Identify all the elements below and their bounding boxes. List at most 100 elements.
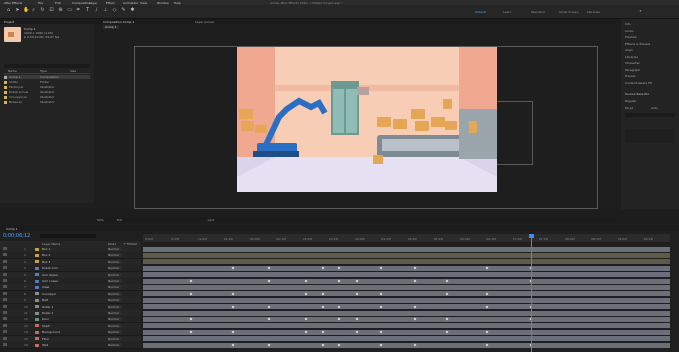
layer-name[interactable]: Box 1 xyxy=(42,247,50,251)
layer-name[interactable]: Box 2 xyxy=(42,253,50,257)
layer-duration-bar[interactable] xyxy=(143,342,670,348)
menu-edit[interactable]: Edit xyxy=(55,1,61,5)
workspace-libraries[interactable]: Libraries xyxy=(587,10,600,14)
pen-tool-icon[interactable]: ✒ xyxy=(76,8,81,13)
label-color-swatch[interactable] xyxy=(35,253,39,257)
project-item[interactable]: Comp 1 Composition xyxy=(4,75,90,79)
eye-icon[interactable] xyxy=(3,285,7,289)
eye-icon[interactable] xyxy=(3,343,7,346)
panel-tab-tracker[interactable]: Tracker xyxy=(625,74,636,78)
composition-tab[interactable]: Composition Comp 1 xyxy=(103,20,134,24)
layer-row[interactable]: 16 Wall Normal xyxy=(0,342,141,349)
hand-tool-icon[interactable]: ✋ xyxy=(23,8,29,13)
blend-mode-select[interactable]: Normal xyxy=(108,291,122,296)
panel-tab-libraries[interactable]: Libraries xyxy=(625,55,638,59)
blend-mode-select[interactable]: Normal xyxy=(108,336,122,341)
workspace-default[interactable]: Default xyxy=(475,10,486,14)
project-item[interactable]: Robot arm.ai Illustrator xyxy=(4,90,90,94)
search-help-icon[interactable]: ⌕ xyxy=(638,8,643,13)
layer-duration-bar[interactable] xyxy=(143,278,670,284)
font-style[interactable]: Regular xyxy=(625,99,637,103)
zoom-tool-icon[interactable]: ⌕ xyxy=(31,8,36,13)
label-color-swatch[interactable] xyxy=(35,260,39,264)
blend-mode-select[interactable]: Normal xyxy=(108,259,122,264)
panel-tab-paragraph[interactable]: Paragraph xyxy=(625,68,640,72)
eye-icon[interactable] xyxy=(3,298,7,302)
col-layer-name[interactable]: Layer Name xyxy=(42,242,60,246)
project-item[interactable]: Boxes.ai Illustrator xyxy=(4,100,90,104)
type-tool-icon[interactable]: T xyxy=(85,8,90,13)
label-color-swatch[interactable] xyxy=(35,317,39,321)
blend-mode-select[interactable]: Normal xyxy=(108,343,122,347)
paragraph-controls[interactable] xyxy=(625,129,675,143)
rotate-tool-icon[interactable]: ↻ xyxy=(40,8,45,13)
eye-icon[interactable] xyxy=(3,259,7,263)
eye-icon[interactable] xyxy=(3,266,7,270)
menu-animation[interactable]: Animation xyxy=(123,1,138,5)
camera-tool-icon[interactable]: ⊡ xyxy=(49,8,54,13)
col-type[interactable]: Type xyxy=(40,69,47,73)
blend-mode-select[interactable]: Normal xyxy=(108,253,122,258)
layer-name[interactable]: Arm Upper xyxy=(42,273,58,277)
menu-file[interactable]: File xyxy=(38,1,43,5)
rectangle-tool-icon[interactable]: ▭ xyxy=(67,8,72,13)
eye-icon[interactable] xyxy=(3,253,7,257)
pan-behind-tool-icon[interactable]: ⊕ xyxy=(58,8,63,13)
project-tab[interactable]: Project xyxy=(4,20,14,24)
leading[interactable]: Auto xyxy=(651,106,658,110)
col-name[interactable]: Name xyxy=(8,69,17,73)
project-item[interactable]: Solids Folder xyxy=(4,80,90,84)
layer-name[interactable]: Roller 2 xyxy=(42,311,53,315)
eye-icon[interactable] xyxy=(3,279,7,282)
label-color-swatch[interactable] xyxy=(35,337,39,341)
exposure-value[interactable]: +0.0 xyxy=(207,218,214,222)
resolution-select[interactable]: Full xyxy=(117,218,122,222)
blend-mode-select[interactable]: Normal xyxy=(108,298,122,303)
blend-mode-select[interactable]: Normal xyxy=(108,285,122,290)
panel-tab-content-aware-fill[interactable]: Content-Aware Fill xyxy=(625,81,652,85)
blend-mode-select[interactable]: Normal xyxy=(108,311,122,315)
panel-tab-preview[interactable]: Preview xyxy=(625,35,637,39)
blend-mode-select[interactable]: Normal xyxy=(108,279,122,283)
label-color-swatch[interactable] xyxy=(35,285,39,289)
layer-duration-bar[interactable] xyxy=(143,310,670,316)
layer-name[interactable]: Box 3 xyxy=(42,260,50,264)
panel-tab-info[interactable]: Info xyxy=(625,22,631,26)
timecode[interactable]: 0;00;06;12 xyxy=(3,234,30,239)
label-color-swatch[interactable] xyxy=(35,266,39,270)
menu-view[interactable]: View xyxy=(140,1,147,5)
font-family[interactable]: Source Sans Pro xyxy=(625,92,649,96)
layer-name[interactable]: Door xyxy=(42,317,49,321)
layer-name[interactable]: Conveyor xyxy=(42,292,56,296)
menu-composition[interactable]: Composition xyxy=(72,1,91,5)
col-size[interactable]: Size xyxy=(70,69,76,73)
layer-duration-bar[interactable] xyxy=(143,297,670,303)
label-color-swatch[interactable] xyxy=(35,305,39,309)
layer-name[interactable]: Roller 1 xyxy=(42,305,53,309)
layer-duration-bar[interactable] xyxy=(143,246,670,252)
layer-name[interactable]: Floor xyxy=(42,337,49,341)
blend-mode-select[interactable]: Normal xyxy=(108,272,122,277)
timeline-tab[interactable]: Comp 1 xyxy=(6,227,18,231)
blend-mode-select[interactable]: Normal xyxy=(108,317,122,322)
workspace-standard[interactable]: Standard xyxy=(531,10,545,14)
label-color-swatch[interactable] xyxy=(35,298,39,302)
layer-duration-bar[interactable] xyxy=(143,316,670,322)
project-item[interactable]: Conveyor.ai Illustrator xyxy=(4,95,90,99)
eye-icon[interactable] xyxy=(3,247,7,250)
layer-name[interactable]: Robot Arm xyxy=(42,266,58,270)
layer-tab[interactable]: Layer (none) xyxy=(195,20,214,24)
roto-brush-tool-icon[interactable]: ✎ xyxy=(121,8,126,13)
layer-name[interactable]: Wall xyxy=(42,343,48,347)
label-color-swatch[interactable] xyxy=(35,247,39,251)
brush-tool-icon[interactable]: ∕ xyxy=(94,8,99,13)
eraser-tool-icon[interactable]: ◇ xyxy=(112,8,117,13)
playhead[interactable] xyxy=(531,234,532,352)
label-color-swatch[interactable] xyxy=(35,324,39,328)
clone-stamp-tool-icon[interactable]: ⊥ xyxy=(103,8,108,13)
layer-duration-bar[interactable] xyxy=(143,265,670,271)
label-color-swatch[interactable] xyxy=(35,330,39,334)
project-item[interactable]: Factory.ai Illustrator xyxy=(4,85,90,89)
label-color-swatch[interactable] xyxy=(35,311,39,315)
magnification-select[interactable]: 50% xyxy=(97,218,104,222)
